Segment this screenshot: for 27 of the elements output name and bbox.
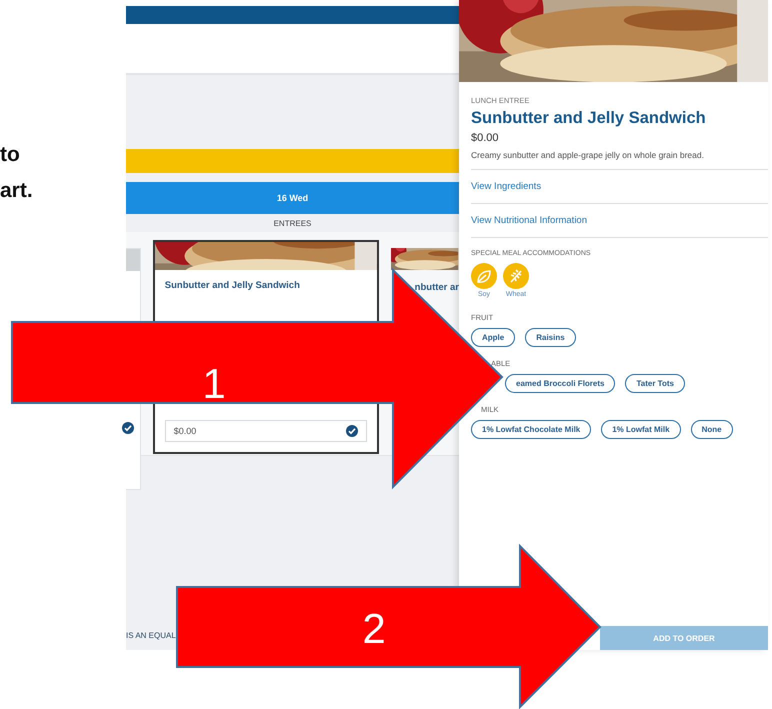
section-heading: ENTREES (274, 218, 312, 228)
item-title: Sunbutter and Jelly Sandwich (471, 109, 707, 128)
instruction-text: to (0, 142, 21, 168)
wheat-icon (503, 263, 529, 289)
option-chip[interactable]: Raisins (525, 328, 576, 347)
check-icon[interactable] (346, 425, 358, 437)
image-placeholder (126, 249, 140, 271)
option-chip[interactable]: 1% Lowfat Chocolate Milk (471, 420, 592, 439)
option-chip[interactable]: 1% Lowfat Milk (601, 420, 681, 439)
leaf-icon (471, 263, 497, 289)
option-chip[interactable]: Apple (471, 328, 516, 347)
price-field[interactable]: $0.00 (164, 420, 367, 442)
option-chip[interactable]: None (690, 420, 733, 439)
info-link[interactable]: View Ingredients (471, 170, 768, 204)
option-chip[interactable]: Tater Tots (625, 374, 685, 393)
date-tab[interactable]: 16 Wed (126, 182, 459, 214)
card-title[interactable]: nbutter ar (390, 270, 459, 293)
step-number: 2 (362, 605, 386, 652)
check-icon[interactable] (122, 422, 134, 434)
info-link[interactable]: View Nutritional Information (471, 204, 768, 238)
footer-text: IS AN EQUAL (126, 631, 176, 640)
option-chip[interactable]: eamed Broccoli Florets (505, 374, 616, 393)
card-title: Sunbutter and Jelly Sandwich (164, 279, 301, 293)
step-number: 1 (202, 360, 226, 407)
item-price: $0.00 (471, 132, 500, 144)
item-description: Creamy sunbutter and apple-grape jelly on whole grain bread. (471, 150, 768, 170)
instruction-text: art. (0, 178, 34, 204)
